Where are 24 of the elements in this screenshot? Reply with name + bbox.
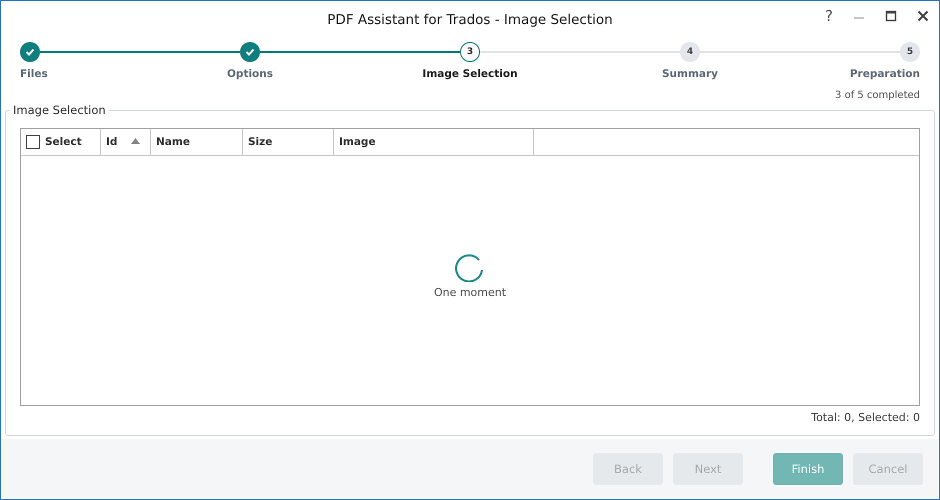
step-circle: 4 (680, 42, 700, 62)
summary-text: Total: 0, Selected: 0 (811, 411, 920, 424)
column-header[interactable]: Name (151, 129, 243, 155)
column-header[interactable]: Image (334, 129, 534, 155)
close-icon[interactable] (917, 10, 929, 22)
step-label: Image Selection (422, 68, 518, 80)
column-header[interactable]: Select (45, 136, 82, 148)
step-label: Files (20, 68, 48, 80)
step-label: Summary (662, 68, 718, 80)
step-label: Preparation (850, 68, 920, 80)
window-title: PDF Assistant for Trados - Image Selection (327, 12, 613, 28)
column-header[interactable]: Id (101, 129, 151, 155)
column-header[interactable]: Size (243, 129, 334, 155)
step-circle: 3 (460, 42, 480, 62)
loading-text: One moment (434, 286, 506, 299)
group-title: Image Selection (10, 103, 109, 117)
loading-spinner-icon (455, 252, 485, 282)
step-circle: 5 (900, 42, 920, 62)
maximize-icon[interactable] (885, 10, 897, 22)
step-label: Options (227, 68, 273, 80)
select-all-checkbox[interactable] (26, 135, 40, 149)
progress-text: 3 of 5 completed (835, 90, 920, 101)
help-button[interactable]: ? (825, 7, 833, 25)
sort-arrow-icon[interactable] (131, 138, 140, 144)
